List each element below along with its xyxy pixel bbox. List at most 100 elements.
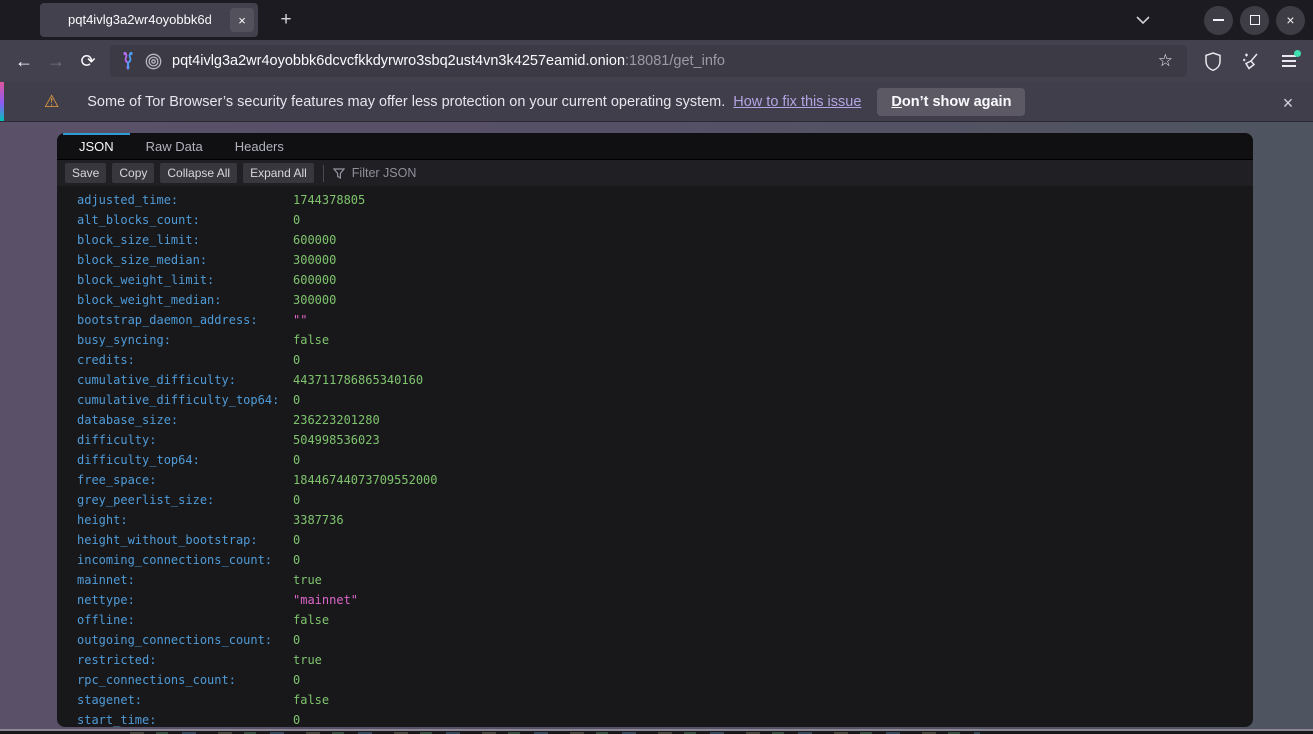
tab-title-wrap: pqt4ivlg3a2wr4oyobbk6d	[40, 11, 230, 29]
json-row[interactable]: height3387736	[77, 510, 1253, 530]
json-row[interactable]: difficulty504998536023	[77, 430, 1253, 450]
json-key: alt_blocks_count	[77, 210, 293, 230]
dont-show-again-button[interactable]: Don’t show again	[877, 88, 1025, 116]
filter-json-input[interactable]	[352, 166, 652, 180]
json-key: difficulty_top64	[77, 450, 293, 470]
json-row[interactable]: block_size_limit600000	[77, 230, 1253, 250]
filter-funnel-icon	[333, 168, 345, 179]
chevron-down-icon[interactable]	[1129, 6, 1157, 34]
json-value: 600000	[293, 273, 336, 287]
reload-button[interactable]: ⟳	[72, 46, 104, 76]
back-button[interactable]: ←	[8, 46, 40, 76]
json-row[interactable]: block_weight_limit600000	[77, 270, 1253, 290]
json-key: height_without_bootstrap	[77, 530, 293, 550]
json-row[interactable]: alt_blocks_count0	[77, 210, 1253, 230]
json-value: ""	[293, 313, 307, 327]
copy-button[interactable]: Copy	[112, 163, 154, 183]
json-row[interactable]: bootstrap_daemon_address""	[77, 310, 1253, 330]
json-value: "mainnet"	[293, 593, 358, 607]
json-value: 0	[293, 673, 300, 687]
json-value: true	[293, 573, 322, 587]
shield-icon[interactable]	[1197, 46, 1229, 76]
app-menu-hamburger-icon[interactable]	[1273, 46, 1305, 76]
json-row[interactable]: block_size_median300000	[77, 250, 1253, 270]
json-key: offline	[77, 610, 293, 630]
how-to-fix-link[interactable]: How to fix this issue	[733, 94, 861, 110]
json-key: block_size_limit	[77, 230, 293, 250]
json-row[interactable]: offlinefalse	[77, 610, 1253, 630]
navigation-toolbar: ← → ⟳ pqt4ivlg3a2wr4oyobbk6dcvcfkkdyrwro…	[0, 40, 1313, 82]
json-row[interactable]: credits0	[77, 350, 1253, 370]
tab-json[interactable]: JSON	[63, 133, 130, 159]
url-text[interactable]: pqt4ivlg3a2wr4oyobbk6dcvcfkkdyrwro3sbq2u…	[172, 53, 725, 69]
json-value: 0	[293, 713, 300, 727]
json-row[interactable]: outgoing_connections_count0	[77, 630, 1253, 650]
json-key: busy_syncing	[77, 330, 293, 350]
banner-close-icon[interactable]: ×	[1275, 90, 1301, 116]
tab-headers[interactable]: Headers	[219, 133, 300, 159]
titlebar: pqt4ivlg3a2wr4oyobbk6d × + ×	[0, 0, 1313, 40]
json-value: 504998536023	[293, 433, 380, 447]
json-value: false	[293, 613, 329, 627]
expand-all-button[interactable]: Expand All	[243, 163, 314, 183]
json-value: 0	[293, 353, 300, 367]
json-value: 0	[293, 533, 300, 547]
json-key: cumulative_difficulty	[77, 370, 293, 390]
json-key: bootstrap_daemon_address	[77, 310, 293, 330]
json-key: height	[77, 510, 293, 530]
bookmark-star-icon[interactable]: ☆	[1154, 51, 1177, 71]
dont-show-again-label: Don’t show again	[891, 94, 1011, 110]
new-identity-broom-icon[interactable]	[1235, 46, 1267, 76]
tab-title: pqt4ivlg3a2wr4oyobbk6d	[68, 12, 212, 27]
toolbar-separator	[323, 165, 324, 182]
json-row[interactable]: block_weight_median300000	[77, 290, 1253, 310]
tab-raw-data[interactable]: Raw Data	[130, 133, 219, 159]
url-bar[interactable]: pqt4ivlg3a2wr4oyobbk6dcvcfkkdyrwro3sbq2u…	[110, 45, 1187, 77]
toolbar-right-icons	[1197, 46, 1305, 76]
json-row[interactable]: restrictedtrue	[77, 650, 1253, 670]
window-maximize-button[interactable]	[1240, 6, 1269, 35]
window-minimize-button[interactable]	[1204, 6, 1233, 35]
json-key: incoming_connections_count	[77, 550, 293, 570]
new-tab-button[interactable]: +	[272, 6, 300, 34]
json-value: 0	[293, 213, 300, 227]
tor-circuit-icon[interactable]	[120, 52, 136, 70]
json-row[interactable]: incoming_connections_count0	[77, 550, 1253, 570]
json-row[interactable]: rpc_connections_count0	[77, 670, 1253, 690]
json-row[interactable]: cumulative_difficulty443711786865340160	[77, 370, 1253, 390]
browser-tab[interactable]: pqt4ivlg3a2wr4oyobbk6d ×	[40, 3, 258, 37]
json-key: block_weight_limit	[77, 270, 293, 290]
json-value: false	[293, 693, 329, 707]
json-value: true	[293, 653, 322, 667]
json-value: 236223201280	[293, 413, 380, 427]
json-row[interactable]: mainnettrue	[77, 570, 1253, 590]
json-value: 443711786865340160	[293, 373, 423, 387]
json-row[interactable]: busy_syncingfalse	[77, 330, 1253, 350]
json-row[interactable]: free_space18446744073709552000	[77, 470, 1253, 490]
json-row[interactable]: adjusted_time1744378805	[77, 190, 1253, 210]
warning-icon: ⚠	[44, 92, 59, 112]
json-key: difficulty	[77, 430, 293, 450]
json-row[interactable]: database_size236223201280	[77, 410, 1253, 430]
json-row[interactable]: cumulative_difficulty_top640	[77, 390, 1253, 410]
collapse-all-button[interactable]: Collapse All	[160, 163, 237, 183]
json-value: 1744378805	[293, 193, 365, 207]
save-button[interactable]: Save	[65, 163, 106, 183]
json-key: restricted	[77, 650, 293, 670]
tab-close-icon[interactable]: ×	[230, 8, 254, 32]
json-key: adjusted_time	[77, 190, 293, 210]
json-row[interactable]: grey_peerlist_size0	[77, 490, 1253, 510]
json-key: rpc_connections_count	[77, 670, 293, 690]
json-value: 0	[293, 453, 300, 467]
json-row[interactable]: stagenetfalse	[77, 690, 1253, 710]
json-row[interactable]: nettype"mainnet"	[77, 590, 1253, 610]
onion-site-icon[interactable]	[145, 53, 162, 70]
json-row[interactable]: start_time0	[77, 710, 1253, 727]
json-value: 300000	[293, 253, 336, 267]
window-close-button[interactable]: ×	[1276, 6, 1305, 35]
json-key: stagenet	[77, 690, 293, 710]
json-viewer-toolbar: Save Copy Collapse All Expand All	[57, 159, 1253, 186]
json-row[interactable]: height_without_bootstrap0	[77, 530, 1253, 550]
json-row[interactable]: difficulty_top640	[77, 450, 1253, 470]
urlbar-icons	[120, 52, 162, 70]
